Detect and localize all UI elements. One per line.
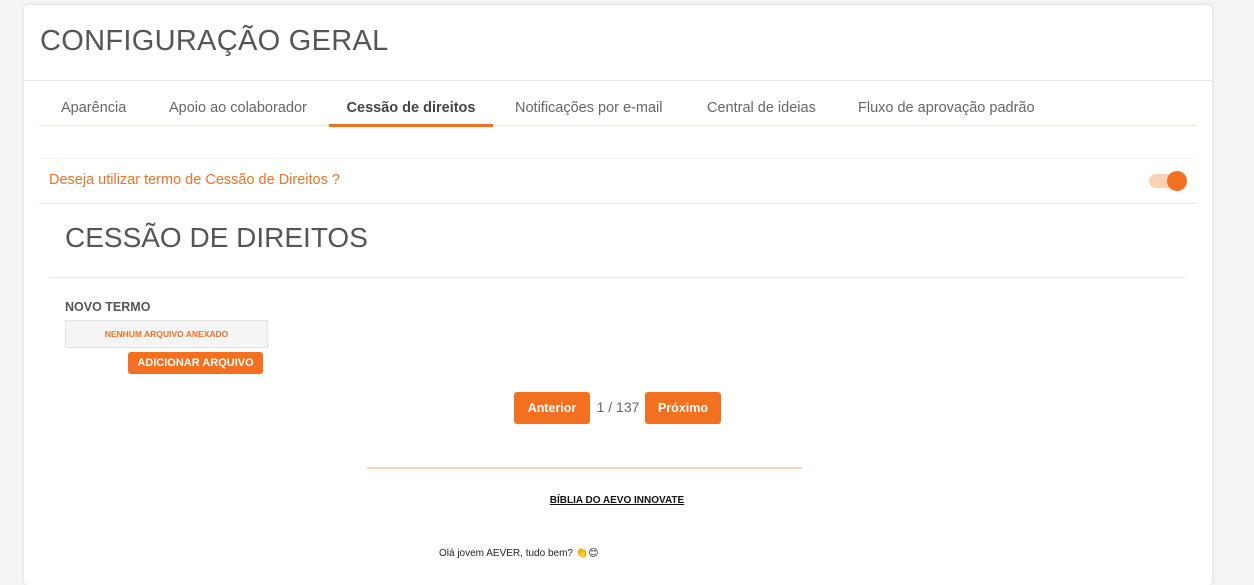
tab-apoio-ao-colaborador[interactable]: Apoio ao colaborador xyxy=(169,93,307,125)
previous-page-button[interactable]: Anterior xyxy=(514,392,590,424)
section-title: CESSÃO DE DIREITOS xyxy=(65,222,368,253)
section-divider xyxy=(50,277,1185,278)
file-status-box: NENHUM ARQUIVO ANEXADO xyxy=(65,320,268,348)
cessao-toggle-row: Deseja utilizar termo de Cessão de Direi… xyxy=(39,158,1197,204)
tab-cessao-de-direitos[interactable]: Cessão de direitos xyxy=(329,93,493,127)
next-page-button[interactable]: Próximo xyxy=(645,392,721,424)
tab-bar: Aparência Apoio ao colaborador Cessão de… xyxy=(39,93,1197,127)
tab-fluxo-de-aprovacao-padrao[interactable]: Fluxo de aprovação padrão xyxy=(858,93,1035,125)
new-term-label: NOVO TERMO xyxy=(65,300,151,314)
tab-central-de-ideias[interactable]: Central de ideias xyxy=(707,93,816,125)
document-first-line: Olá jovem AEVER, tudo bem? 👏😊 xyxy=(439,548,599,559)
tab-notificacoes-por-email[interactable]: Notificações por e-mail xyxy=(515,93,662,125)
page-title: CONFIGURAÇÃO GERAL xyxy=(40,25,389,57)
tab-aparencia[interactable]: Aparência xyxy=(61,93,126,125)
toggle-knob xyxy=(1167,171,1187,191)
cessao-toggle-label: Deseja utilizar termo de Cessão de Direi… xyxy=(49,172,340,188)
settings-card: CONFIGURAÇÃO GERAL Aparência Apoio ao co… xyxy=(24,5,1212,585)
page-counter: 1 / 137 xyxy=(596,399,640,415)
document-heading: BÍBLIA DO AEVO INNOVATE xyxy=(549,495,685,506)
document-divider xyxy=(367,467,802,469)
header-divider xyxy=(24,80,1212,81)
cessao-toggle-switch[interactable] xyxy=(1149,171,1187,191)
add-file-button[interactable]: ADICIONAR ARQUIVO xyxy=(128,352,263,374)
